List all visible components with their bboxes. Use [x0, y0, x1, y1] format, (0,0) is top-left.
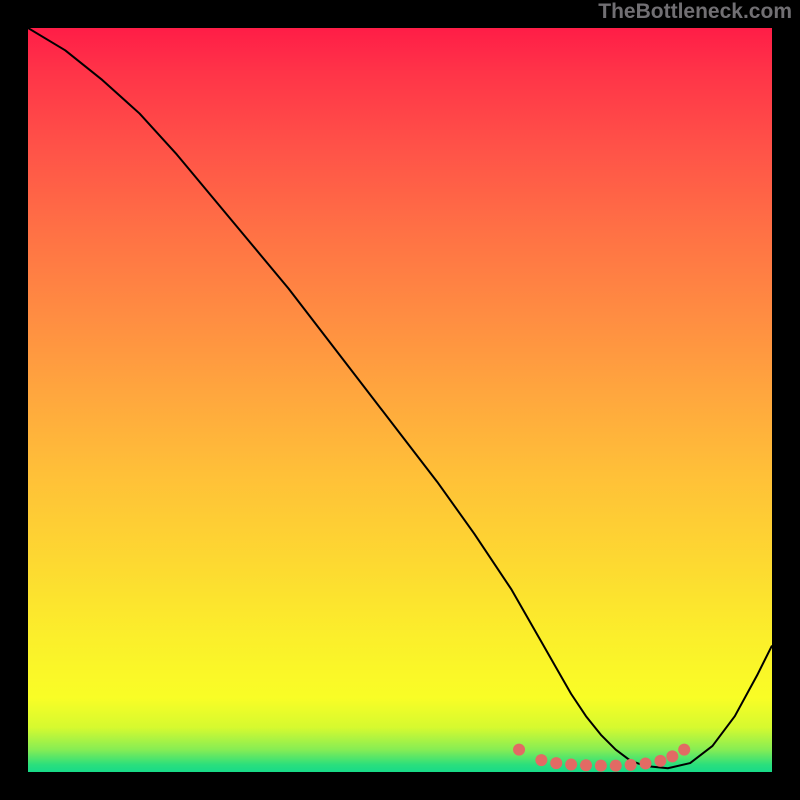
plot-area — [28, 28, 772, 772]
marker-dot — [678, 744, 690, 756]
bottleneck-curve — [28, 28, 772, 768]
marker-dot — [666, 750, 678, 762]
marker-dot — [595, 760, 607, 772]
marker-dot — [535, 754, 547, 766]
marker-dot — [610, 760, 622, 772]
marker-dot — [550, 757, 562, 769]
chart-svg — [28, 28, 772, 772]
marker-dot — [565, 759, 577, 771]
watermark-text: TheBottleneck.com — [598, 0, 792, 24]
chart-container: TheBottleneck.com — [0, 0, 800, 800]
marker-dot — [513, 744, 525, 756]
marker-dot — [625, 759, 637, 771]
marker-dot — [654, 755, 666, 767]
marker-dot — [580, 759, 592, 771]
marker-dot — [640, 757, 652, 769]
curve-line — [28, 28, 772, 768]
